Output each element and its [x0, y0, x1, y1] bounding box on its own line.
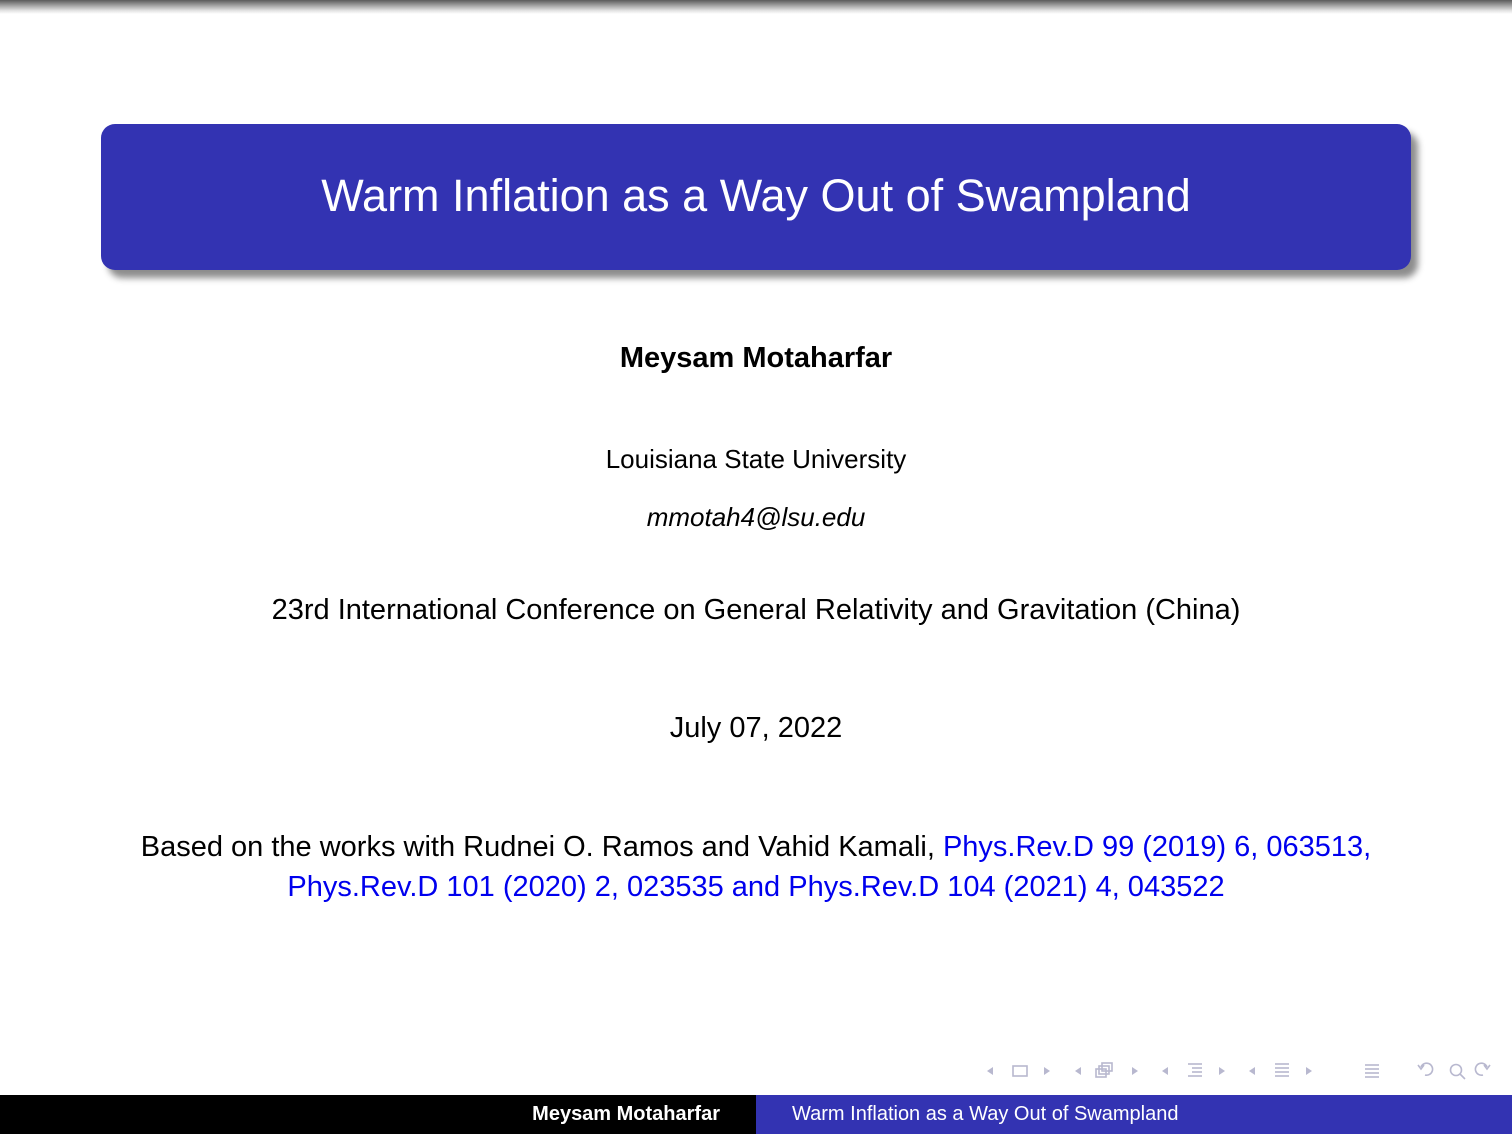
subsection-next-icon[interactable] [1219, 1067, 1225, 1075]
date: July 07, 2022 [669, 712, 843, 744]
title-box: Warm Inflation as a Way Out of Swampland [101, 124, 1411, 270]
subsection-prev-icon[interactable] [1162, 1067, 1168, 1075]
slide-prev-icon[interactable] [987, 1067, 993, 1075]
redo-icon[interactable] [1474, 1062, 1491, 1076]
section-icon[interactable] [1275, 1063, 1289, 1077]
top-shadow [0, 0, 1512, 14]
toc-icon[interactable] [1365, 1064, 1379, 1078]
slide-title: Warm Inflation as a Way Out of Swampland [321, 170, 1191, 221]
navigation-bar [984, 1058, 1504, 1084]
undo-icon[interactable] [1417, 1062, 1434, 1076]
frame-icon[interactable] [1095, 1062, 1113, 1078]
search-icon[interactable] [1449, 1063, 1466, 1080]
frame-prev-icon[interactable] [1075, 1067, 1081, 1075]
footer-title: Warm Inflation as a Way Out of Swampland [756, 1095, 1512, 1134]
email: mmotah4@lsu.edu [646, 502, 866, 532]
slide-next-icon[interactable] [1044, 1067, 1050, 1075]
footer-author: Meysam Motaharfar [0, 1095, 756, 1134]
conference-name: 23rd International Conference on General… [271, 594, 1241, 626]
section-next-icon[interactable] [1306, 1067, 1312, 1075]
footer: Meysam Motaharfar Warm Inflation as a Wa… [0, 1095, 1512, 1134]
author-name: Meysam Motaharfar [619, 342, 893, 374]
slide-icon[interactable] [1012, 1065, 1028, 1077]
based-on-note: Based on the works with Rudnei O. Ramos … [140, 828, 1372, 907]
subsection-icon[interactable] [1188, 1063, 1202, 1077]
frame-next-icon[interactable] [1132, 1067, 1138, 1075]
section-prev-icon[interactable] [1249, 1067, 1255, 1075]
based-on-text: Based on the works with Rudnei O. Ramos … [140, 831, 943, 863]
institute: Louisiana State University [605, 444, 907, 474]
